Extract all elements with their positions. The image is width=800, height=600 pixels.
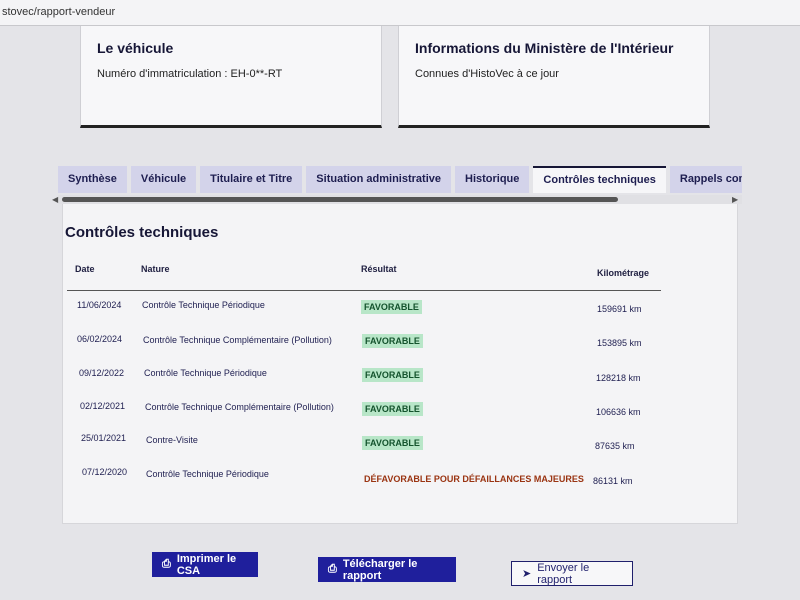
row-nature: Contrôle Technique Périodique [142,300,265,310]
tab-titulaire[interactable]: Titulaire et Titre [200,166,303,193]
tab-historique[interactable]: Historique [455,166,530,193]
tab-situation[interactable]: Situation administrative [306,166,451,193]
address-bar[interactable]: stovec/rapport-vendeur [0,0,800,26]
row-mileage: 106636 km [596,407,641,417]
printer-icon: ⎙ [328,563,337,575]
row-date: 06/02/2024 [77,334,123,344]
status-badge: FAVORABLE [362,402,423,416]
vehicle-card: Le véhicule Numéro d'immatriculation : E… [80,26,382,128]
header-nature: Nature [141,264,170,274]
row-nature: Contrôle Technique Périodique [146,469,269,479]
status-badge: FAVORABLE [362,436,423,450]
row-mileage: 86131 km [593,476,633,486]
download-report-button[interactable]: ⎙ Télécharger le rapport [318,557,456,582]
status-badge: FAVORABLE [362,368,423,382]
tab-vehicule[interactable]: Véhicule [130,166,197,193]
scroll-left-icon[interactable]: ◀ [52,195,58,204]
technical-inspections-panel: Contrôles techniques Date Nature Résulta… [62,204,738,524]
send-report-button[interactable]: ➤ Envoyer le rapport [511,561,633,586]
info-cards: Le véhicule Numéro d'immatriculation : E… [0,26,800,136]
row-date: 25/01/2021 [81,433,127,443]
row-date: 09/12/2022 [79,368,125,378]
status-badge: DÉFAVORABLE POUR DÉFAILLANCES MAJEURES [364,474,584,484]
tabs-scrollbar-thumb[interactable] [62,197,618,202]
status-badge: FAVORABLE [361,300,422,314]
header-result: Résultat [361,264,397,274]
row-nature: Contrôle Technique Complémentaire (Pollu… [143,335,332,345]
header-mileage: Kilométrage [597,268,650,278]
row-mileage: 159691 km [597,304,642,314]
row-mileage: 128218 km [596,373,641,383]
tab-rappels[interactable]: Rappels constructeur [669,166,742,193]
send-icon: ➤ [522,568,532,580]
url-text: stovec/rapport-vendeur [2,6,116,18]
ministry-card-title: Informations du Ministère de l'Intérieur [415,40,674,56]
tab-controles[interactable]: Contrôles techniques [533,166,666,193]
row-nature: Contre-Visite [146,435,198,445]
printer-icon: ⎙ [162,558,171,570]
scroll-right-icon[interactable]: ▶ [732,195,738,204]
ministry-card: Informations du Ministère de l'Intérieur… [398,26,710,128]
report-tabs: Synthèse Véhicule Titulaire et Titre Situat… [58,166,742,194]
print-csa-button[interactable]: ⎙ Imprimer le CSA [152,552,258,577]
header-date: Date [75,264,95,274]
tab-synthese[interactable]: Synthèse [58,166,127,193]
row-date: 02/12/2021 [80,401,126,411]
download-report-label: Télécharger le rapport [342,557,418,582]
row-mileage: 87635 km [595,441,635,451]
ministry-card-subtitle: Connues d'HistoVec à ce jour [415,68,559,80]
table-divider [67,290,661,291]
vehicle-card-title: Le véhicule [97,40,174,56]
print-csa-label: Imprimer le CSA [176,552,237,577]
row-mileage: 153895 km [597,338,642,348]
plate-number: Numéro d'immatriculation : EH-0**-RT [97,68,283,80]
row-nature: Contrôle Technique Périodique [144,368,267,378]
send-report-label: Envoyer le rapport [537,561,590,586]
row-date: 07/12/2020 [82,467,128,477]
section-title: Contrôles techniques [65,224,219,241]
row-date: 11/06/2024 [77,300,122,310]
row-nature: Contrôle Technique Complémentaire (Pollu… [145,402,334,412]
status-badge: FAVORABLE [362,334,423,348]
